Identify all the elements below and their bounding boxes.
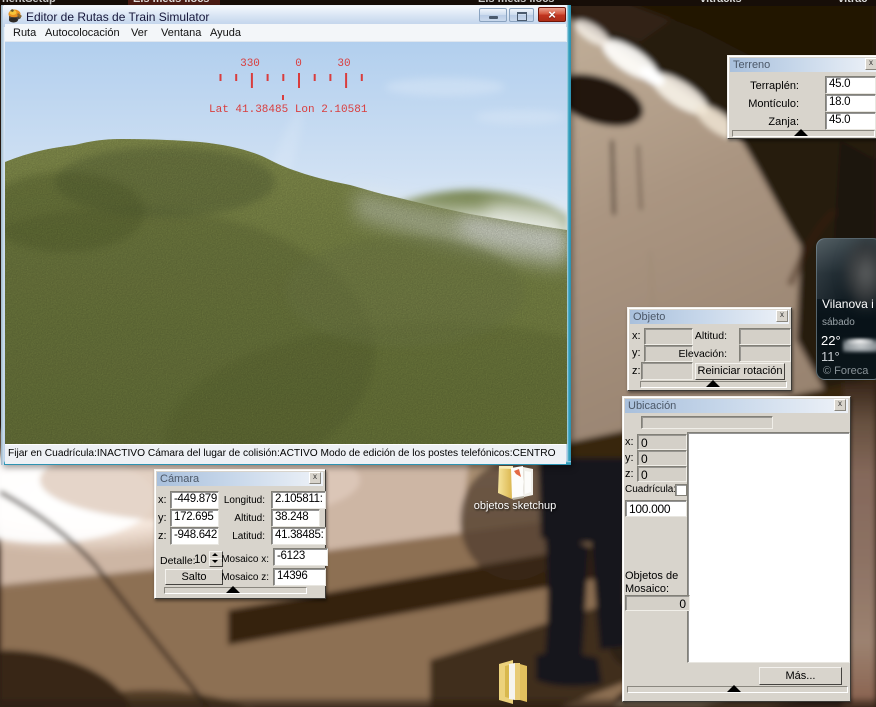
svg-text:0: 0: [295, 58, 302, 70]
svg-text:330: 330: [240, 58, 260, 70]
svg-text:30: 30: [337, 58, 350, 70]
svg-text:Lat 41.38485 Lon 2.10581: Lat 41.38485 Lon 2.10581: [209, 104, 368, 116]
